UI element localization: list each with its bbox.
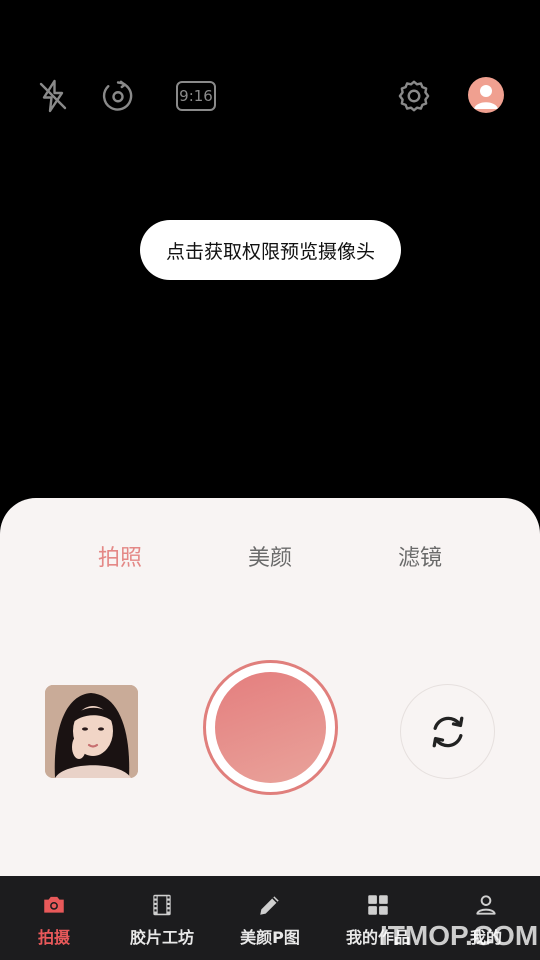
settings-icon[interactable] — [392, 74, 436, 118]
nav-item-film-workshop[interactable]: 胶片工坊 — [108, 876, 216, 960]
shutter-button[interactable] — [203, 660, 338, 795]
switch-camera-button[interactable] — [400, 684, 495, 779]
person-icon — [476, 895, 496, 915]
film-icon — [153, 894, 171, 916]
nav-label-beauty-edit: 美颜P图 — [240, 928, 300, 947]
switch-camera-icon — [432, 716, 463, 747]
top-bar: 9:16 — [0, 0, 540, 190]
ratio-label: 9:16 — [176, 81, 216, 111]
watermark-text: ITMOP.COM — [380, 920, 539, 951]
permission-text: 点击获取权限预览摄像头 — [165, 240, 375, 263]
tab-beauty[interactable]: 美颜 — [230, 540, 310, 572]
avatar[interactable] — [468, 77, 504, 113]
camera-control-panel: 拍照 美颜 滤镜 — [0, 498, 540, 876]
grid-icon — [368, 895, 388, 915]
pencil-icon — [260, 896, 279, 915]
nav-item-shoot[interactable]: 拍摄 — [0, 876, 108, 960]
nav-item-beauty-edit[interactable]: 美颜P图 — [216, 876, 324, 960]
permission-prompt-button[interactable]: 点击获取权限预览摄像头 — [140, 220, 401, 280]
mode-tabs: 拍照 美颜 滤镜 — [0, 540, 540, 580]
nav-label-shoot: 拍摄 — [37, 928, 70, 947]
gallery-thumbnail[interactable] — [45, 685, 138, 778]
nav-label-film-workshop: 胶片工坊 — [129, 928, 194, 947]
aspect-ratio-button[interactable]: 9:16 — [174, 74, 218, 118]
flash-off-icon[interactable] — [31, 74, 75, 118]
tab-filter[interactable]: 滤镜 — [380, 540, 460, 572]
shutter-inner — [215, 672, 326, 783]
camera-icon — [44, 896, 64, 913]
timer-icon[interactable] — [96, 74, 140, 118]
tab-photo[interactable]: 拍照 — [80, 540, 160, 572]
